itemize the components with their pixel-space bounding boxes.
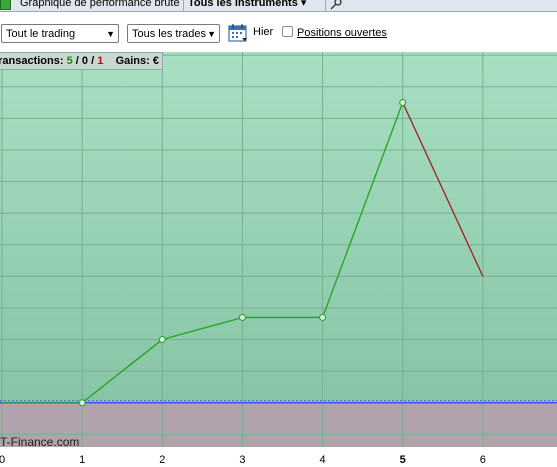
win-count: 5 — [66, 55, 73, 67]
loss-count: 1 — [97, 55, 104, 67]
toolbar: Tout le trading ▼ Tous les trades ▼ Hier… — [0, 12, 557, 52]
x-tick-label: 6 — [479, 454, 486, 466]
trading-filter-select[interactable]: Tout le trading ▼ — [1, 24, 119, 43]
gain-area — [0, 52, 557, 403]
open-positions-checkbox[interactable] — [282, 26, 293, 37]
trading-filter-value: Tout le trading — [6, 28, 76, 40]
x-tick-label: 0 — [0, 454, 6, 466]
data-point — [319, 313, 327, 321]
chevron-down-icon: ▼ — [207, 29, 216, 39]
gains-label: Gains: — [115, 55, 150, 67]
x-tick-label: 5 — [399, 454, 406, 466]
performance-chart — [0, 52, 557, 467]
x-tick-label: 2 — [159, 454, 166, 466]
x-tick-label: 1 — [79, 454, 86, 466]
x-tick-label: 4 — [319, 454, 326, 466]
neutral-count: 0 — [81, 55, 89, 67]
data-point — [158, 336, 166, 344]
data-point — [399, 99, 407, 107]
calendar-icon[interactable] — [228, 23, 248, 43]
gains-value: € — [152, 55, 159, 67]
open-positions-label[interactable]: Positions ouvertes — [297, 27, 387, 39]
transactions-summary: Transactions: 5 / 0 / 1 Gains: € — [0, 52, 163, 70]
date-label: Hier — [253, 26, 274, 38]
tab-strip: Graphique de performance brute Tous les … — [0, 0, 557, 12]
key-icon[interactable] — [330, 0, 342, 10]
watermark-text: T-Finance.com — [0, 435, 80, 449]
chart-icon — [0, 0, 11, 10]
trades-filter-select[interactable]: Tous les trades ▼ — [127, 24, 220, 43]
x-tick-label: 3 — [239, 454, 246, 466]
transactions-label: Transactions: — [0, 55, 64, 67]
separator: / — [75, 55, 79, 67]
tab-separator — [183, 0, 184, 11]
data-point — [78, 399, 86, 407]
tab-instruments[interactable]: Tous les instruments ▾ — [188, 0, 306, 10]
chevron-down-icon: ▼ — [106, 29, 115, 39]
tab-graph-label: Graphique de performance brute — [20, 0, 180, 9]
trades-filter-value: Tous les trades — [132, 28, 206, 40]
separator: / — [91, 55, 95, 67]
tab-separator — [325, 0, 326, 11]
data-point — [238, 313, 246, 321]
loss-area — [0, 402, 557, 447]
